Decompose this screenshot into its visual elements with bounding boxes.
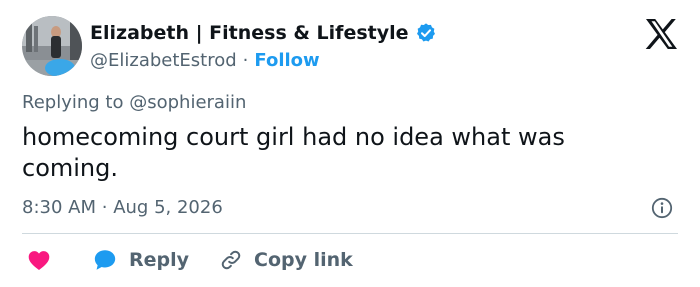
tweet-text: homecoming court girl had no idea what w… [22,123,565,182]
heart-icon [26,247,52,273]
copy-link-label: Copy link [254,249,353,271]
author-handle-row: @ElizabetEstrod · Follow [90,47,320,73]
replying-to-line: Replying to @sophieraiin [22,92,246,113]
x-logo-icon[interactable] [644,18,678,50]
verified-badge-icon [415,22,437,44]
info-icon[interactable] [651,197,673,219]
timestamp-separator: · [101,197,108,218]
reply-button[interactable]: Reply [92,247,189,273]
copy-link-button[interactable]: Copy link [219,248,353,272]
reply-label: Reply [129,249,190,271]
actions-divider [22,233,678,234]
like-button[interactable] [22,247,52,273]
embedded-tweet-card: Elizabeth | Fitness & Lifestyle @Elizabe… [0,0,700,287]
follow-button[interactable]: Follow [254,50,319,71]
author-name-row: Elizabeth | Fitness & Lifestyle [90,20,437,46]
separator-dot: · [242,49,249,71]
speech-bubble-icon [92,247,118,273]
tweet-timestamp[interactable]: 8:30 AM · Aug 5, 2026 [22,197,223,218]
tweet-actions: Reply Copy link [22,246,353,274]
tweet-time: 8:30 AM [22,197,96,218]
replying-to-prefix: Replying to [22,92,124,113]
link-icon [219,248,243,272]
author-handle[interactable]: @ElizabetEstrod [90,50,237,71]
replying-to-mention[interactable]: @sophieraiin [129,92,246,113]
author-display-name[interactable]: Elizabeth | Fitness & Lifestyle [90,22,409,44]
author-avatar[interactable] [22,16,82,76]
tweet-date: Aug 5, 2026 [113,197,223,218]
